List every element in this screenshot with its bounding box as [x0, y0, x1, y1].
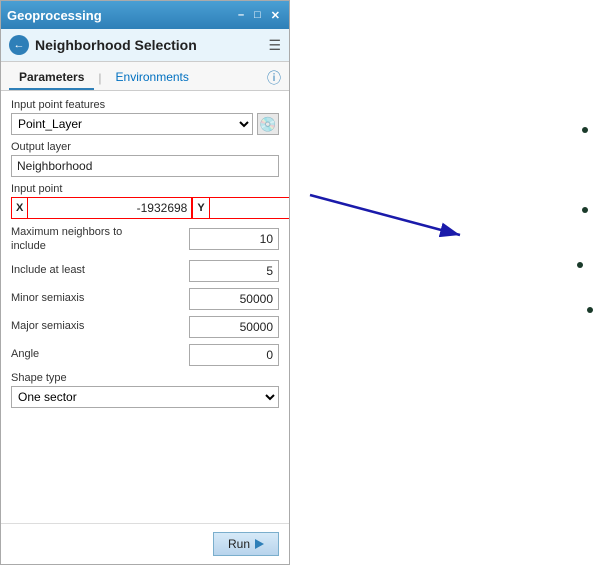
geoprocessing-panel: Geoprocessing – □ ✕ ← Neighborhood Selec… — [0, 0, 290, 565]
output-layer-field: Output layer Neighborhood — [11, 141, 279, 177]
input-select-wrapper: Point_Layer — [11, 113, 253, 135]
map-dot — [587, 307, 593, 313]
y-label: Y — [192, 197, 208, 219]
angle-input[interactable]: 0 — [189, 344, 279, 366]
titlebar-controls: – □ ✕ — [235, 9, 283, 22]
include-at-least-label: Include at least — [11, 263, 85, 277]
close-button[interactable]: ✕ — [268, 9, 283, 22]
run-arrow-icon — [255, 539, 264, 549]
xy-row: X -1932698 Y -181959 — [11, 197, 279, 219]
app-title: Geoprocessing — [7, 8, 102, 23]
x-label: X — [11, 197, 27, 219]
minor-semiaxis-input[interactable]: 50000 — [189, 288, 279, 310]
input-point-features-label: Input point features — [11, 99, 279, 111]
panel-header: ← Neighborhood Selection ☰ — [1, 29, 289, 62]
panel-footer: Run — [1, 523, 289, 564]
output-layer-input[interactable]: Neighborhood — [11, 155, 279, 177]
input-point-features-select[interactable]: Point_Layer — [11, 113, 253, 135]
map-dot — [582, 127, 588, 133]
help-icon[interactable]: ⓘ — [267, 68, 281, 88]
input-point-features-field: Input point features Point_Layer 💿 — [11, 99, 279, 135]
input-point-field: Input point X -1932698 Y -181959 — [11, 183, 279, 219]
titlebar: Geoprocessing – □ ✕ — [1, 1, 289, 29]
selection-arrow — [290, 0, 595, 565]
major-semiaxis-input[interactable]: 50000 — [189, 316, 279, 338]
max-neighbors-input[interactable]: 10 — [189, 228, 279, 250]
add-layer-button[interactable]: 💿 — [257, 113, 279, 135]
menu-icon[interactable]: ☰ — [268, 37, 281, 54]
map-dot — [582, 207, 588, 213]
input-point-label: Input point — [11, 183, 279, 195]
restore-button[interactable]: □ — [251, 9, 264, 21]
output-layer-label: Output layer — [11, 141, 279, 153]
x-input[interactable]: -1932698 — [27, 197, 192, 219]
tab-environments[interactable]: Environments — [106, 66, 199, 90]
major-semiaxis-label: Major semiaxis — [11, 319, 84, 333]
run-button[interactable]: Run — [213, 532, 279, 556]
panel-body: Input point features Point_Layer 💿 Outpu… — [1, 91, 289, 523]
shape-type-select[interactable]: One sector — [11, 386, 279, 408]
y-input[interactable]: -181959 — [209, 197, 289, 219]
tab-separator: | — [98, 71, 101, 85]
back-button[interactable]: ← — [9, 35, 29, 55]
shape-type-label: Shape type — [11, 372, 279, 384]
tab-parameters[interactable]: Parameters — [9, 66, 94, 90]
input-point-features-row: Point_Layer 💿 — [11, 113, 279, 135]
minor-semiaxis-label: Minor semiaxis — [11, 291, 84, 305]
section-title: Neighborhood Selection — [35, 37, 197, 53]
include-at-least-input[interactable]: 5 — [189, 260, 279, 282]
major-semiaxis-field: Major semiaxis 50000 — [11, 316, 279, 338]
run-label: Run — [228, 537, 250, 551]
max-neighbors-label: Maximum neighbors to include — [11, 225, 141, 254]
include-at-least-field: Include at least 5 — [11, 260, 279, 282]
angle-field: Angle 0 — [11, 344, 279, 366]
map-area — [290, 0, 595, 565]
panel-header-left: ← Neighborhood Selection — [9, 35, 197, 55]
map-dot — [577, 262, 583, 268]
shape-type-field: Shape type One sector — [11, 372, 279, 408]
max-neighbors-field: Maximum neighbors to include 10 — [11, 225, 279, 254]
titlebar-left: Geoprocessing — [7, 8, 102, 23]
angle-label: Angle — [11, 347, 39, 361]
minimize-button[interactable]: – — [235, 9, 247, 21]
panel-tabs: Parameters | Environments ⓘ — [1, 62, 289, 91]
minor-semiaxis-field: Minor semiaxis 50000 — [11, 288, 279, 310]
